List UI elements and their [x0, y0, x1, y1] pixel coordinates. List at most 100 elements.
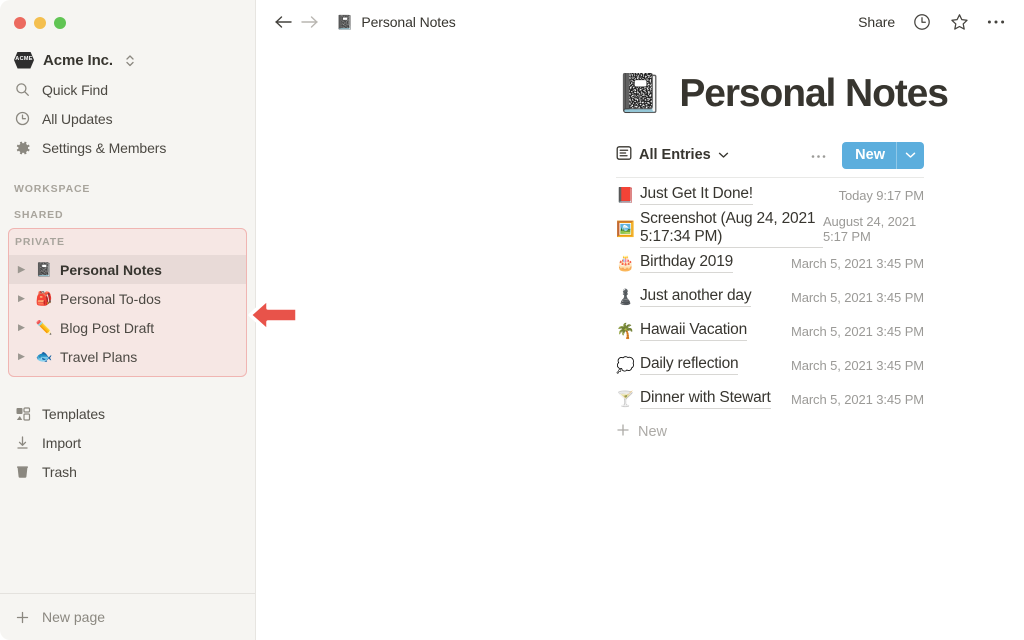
- page-emoji-icon: 🎒: [35, 290, 53, 306]
- chevron-right-icon[interactable]: ▶: [15, 293, 28, 304]
- entry-emoji-icon: 🌴: [616, 322, 635, 340]
- more-icon[interactable]: [986, 12, 1006, 32]
- sidebar-item-label: Trash: [42, 463, 77, 480]
- templates-icon: [14, 405, 31, 422]
- section-header-workspace: WORKSPACE: [14, 183, 91, 195]
- sidebar-lower-nav: Templates Import Trash: [0, 399, 255, 486]
- sidebar-item-blog-post-draft[interactable]: ▶ ✏️ Blog Post Draft: [9, 313, 246, 342]
- sidebar-item-label: Blog Post Draft: [60, 319, 155, 336]
- page-emoji-icon[interactable]: 📓: [616, 75, 663, 113]
- chevron-down-icon: [718, 147, 729, 163]
- sidebar-item-templates[interactable]: Templates: [0, 399, 255, 428]
- search-icon: [14, 81, 31, 98]
- entry-title[interactable]: Daily reflection: [640, 355, 739, 375]
- entry-list: 📕 Just Get It Done! Today 9:17 PM 🖼️ Scr…: [256, 178, 1024, 416]
- close-button[interactable]: [14, 17, 26, 29]
- page-emoji-icon: ✏️: [35, 319, 53, 335]
- plus-icon: [14, 609, 31, 626]
- minimize-button[interactable]: [34, 17, 46, 29]
- chevron-updown-icon: [125, 53, 135, 68]
- import-icon: [14, 434, 31, 451]
- new-button[interactable]: New: [842, 141, 924, 169]
- sidebar-item-personal-notes[interactable]: ▶ 📓 Personal Notes: [9, 255, 246, 284]
- private-section-highlight: PRIVATE ▶ 📓 Personal Notes ▶ 🎒 Personal …: [8, 228, 247, 377]
- entry-title[interactable]: Dinner with Stewart: [640, 389, 771, 409]
- top-bar: 📓 Personal Notes Share: [256, 0, 1024, 44]
- arrow-left-icon[interactable]: [270, 9, 296, 35]
- entry-title[interactable]: Hawaii Vacation: [640, 321, 747, 341]
- sidebar-item-all-updates[interactable]: All Updates: [0, 104, 255, 133]
- chevron-right-icon[interactable]: ▶: [15, 351, 28, 362]
- section-header-shared: SHARED: [14, 209, 64, 221]
- entry-emoji-icon: 📕: [616, 186, 635, 204]
- gear-icon: [14, 139, 31, 156]
- sidebar-item-label: Settings & Members: [42, 139, 167, 156]
- section-header-private: PRIVATE: [15, 236, 65, 248]
- entry-emoji-icon: ♟️: [616, 288, 635, 306]
- entry-title[interactable]: Just Get It Done!: [640, 185, 753, 205]
- new-entry-button[interactable]: New: [616, 420, 924, 444]
- database-toolbar: All Entries New: [616, 140, 924, 170]
- entry-emoji-icon: 🍸: [616, 390, 635, 408]
- new-entry-label: New: [638, 424, 668, 440]
- table-row[interactable]: ♟️ Just another day March 5, 2021 3:45 P…: [616, 280, 924, 314]
- entry-date: Today 9:17 PM: [838, 187, 925, 203]
- more-icon[interactable]: [811, 146, 826, 164]
- new-page-button[interactable]: New page: [0, 593, 255, 640]
- clock-icon: [14, 110, 31, 127]
- arrow-right-icon[interactable]: [296, 9, 322, 35]
- plus-icon: [616, 423, 630, 441]
- sidebar-item-quick-find[interactable]: Quick Find: [0, 75, 255, 104]
- entry-emoji-icon: 🖼️: [616, 220, 635, 238]
- tab-label: All Entries: [639, 147, 711, 163]
- entry-date: August 24, 2021 5:17 PM: [822, 214, 917, 244]
- list-view-icon: [616, 145, 632, 165]
- app-window: ACME Acme Inc. Quick Find All Updates Se…: [0, 0, 1024, 640]
- breadcrumb-label: Personal Notes: [361, 14, 456, 30]
- entry-title[interactable]: Screenshot (Aug 24, 2021 5:17:34 PM): [640, 210, 823, 248]
- sidebar-item-travel-plans[interactable]: ▶ 🐟 Travel Plans: [9, 342, 246, 371]
- sidebar-item-settings-members[interactable]: Settings & Members: [0, 133, 255, 162]
- sidebar-item-trash[interactable]: Trash: [0, 457, 255, 486]
- top-bar-actions: Share: [858, 12, 1006, 32]
- chevron-down-icon[interactable]: [897, 151, 924, 159]
- workspace-name: Acme Inc.: [43, 51, 113, 69]
- table-row[interactable]: 🌴 Hawaii Vacation March 5, 2021 3:45 PM: [616, 314, 924, 348]
- toolbar-actions: New: [811, 141, 924, 169]
- trash-icon: [14, 463, 31, 480]
- table-row[interactable]: 💭 Daily reflection March 5, 2021 3:45 PM: [616, 348, 924, 382]
- star-icon[interactable]: [949, 12, 969, 32]
- breadcrumb-emoji-icon: 📓: [336, 13, 354, 30]
- table-row[interactable]: 🍸 Dinner with Stewart March 5, 2021 3:45…: [616, 382, 924, 416]
- table-row[interactable]: 📕 Just Get It Done! Today 9:17 PM: [616, 178, 924, 212]
- sidebar-item-personal-todos[interactable]: ▶ 🎒 Personal To-dos: [9, 284, 246, 313]
- entry-emoji-icon: 🎂: [616, 254, 635, 272]
- entry-date: March 5, 2021 3:45 PM: [790, 255, 924, 271]
- maximize-button[interactable]: [54, 17, 66, 29]
- share-button[interactable]: Share: [858, 14, 895, 30]
- acme-logo-icon: ACME: [14, 51, 34, 69]
- workspace-switcher[interactable]: ACME Acme Inc.: [0, 45, 255, 75]
- table-row[interactable]: 🖼️ Screenshot (Aug 24, 2021 5:17:34 PM) …: [616, 210, 924, 248]
- chevron-right-icon[interactable]: ▶: [15, 264, 28, 275]
- acme-logo-text: ACME: [15, 56, 33, 63]
- window-traffic-lights: [0, 0, 255, 34]
- clock-icon[interactable]: [912, 12, 932, 32]
- page-title[interactable]: Personal Notes: [679, 72, 949, 116]
- entry-title[interactable]: Just another day: [640, 287, 752, 307]
- sidebar: ACME Acme Inc. Quick Find All Updates Se…: [0, 0, 256, 640]
- sidebar-item-label: Personal To-dos: [60, 290, 161, 307]
- sidebar-item-import[interactable]: Import: [0, 428, 255, 457]
- entry-emoji-icon: 💭: [616, 356, 635, 374]
- chevron-right-icon[interactable]: ▶: [15, 322, 28, 333]
- page-content: 📓 Personal Notes All Entries New 📕 Just …: [256, 44, 1024, 444]
- table-row[interactable]: 🎂 Birthday 2019 March 5, 2021 3:45 PM: [616, 246, 924, 280]
- breadcrumb[interactable]: 📓 Personal Notes: [336, 14, 456, 31]
- page-title-row: 📓 Personal Notes: [256, 44, 1024, 116]
- entry-title[interactable]: Birthday 2019: [640, 253, 733, 273]
- new-button-label: New: [855, 147, 885, 163]
- tab-all-entries[interactable]: All Entries: [616, 145, 729, 165]
- new-page-label: New page: [42, 609, 106, 625]
- main-content: 📓 Personal Notes Share 📓 Personal Notes: [256, 0, 1024, 640]
